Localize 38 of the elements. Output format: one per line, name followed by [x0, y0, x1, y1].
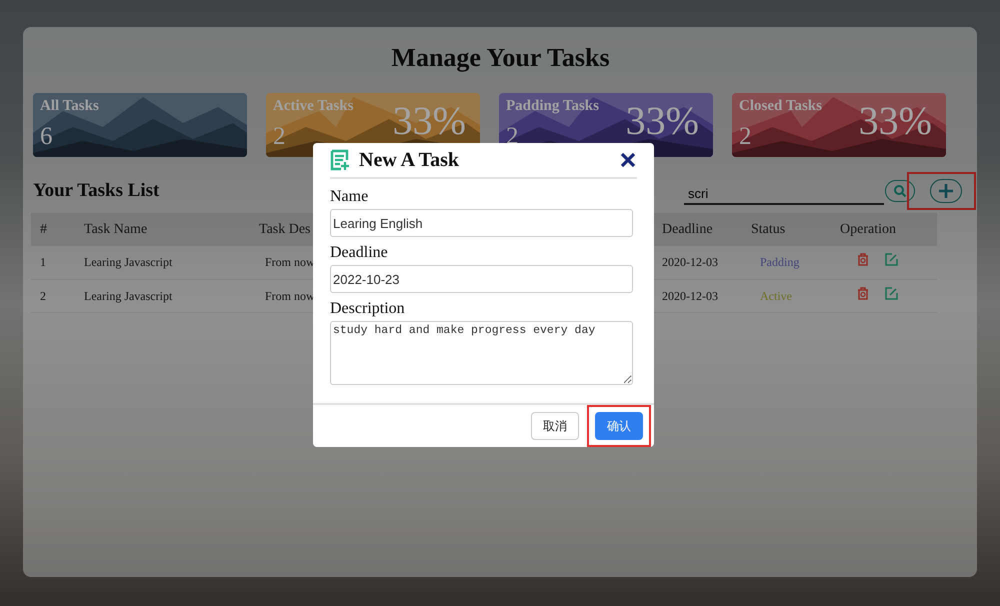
field-label: Deadline	[330, 243, 389, 263]
trash-icon[interactable]	[857, 253, 869, 266]
table-cell: Learing Javascript	[75, 246, 253, 279]
plus-icon	[938, 183, 954, 199]
search-field[interactable]: scri	[684, 183, 884, 205]
stat-percent: 33%	[858, 99, 932, 143]
table-cell: 2	[31, 279, 75, 312]
table-cell: 1	[31, 246, 75, 279]
close-icon	[619, 151, 637, 169]
stat-label: Padding Tasks	[506, 98, 599, 115]
stat-count: 2	[739, 123, 752, 151]
cancel-button[interactable]: 取消	[531, 412, 579, 440]
stat-label: Active Tasks	[273, 98, 354, 115]
stat-percent: 33%	[392, 99, 466, 143]
stat-percent: 33%	[626, 99, 699, 143]
table-cell: Learing Javascript	[75, 279, 253, 312]
close-button[interactable]	[619, 151, 637, 169]
status-text: Active	[742, 279, 831, 312]
stat-label: Closed Tasks	[739, 98, 822, 115]
dialog-title: New A Task	[359, 148, 460, 172]
status-text: Padding	[742, 246, 831, 279]
page-title: Manage Your Tasks	[390, 42, 611, 74]
input-field[interactable]: Learing English	[330, 209, 633, 237]
edit-icon[interactable]	[885, 286, 898, 300]
input-field[interactable]: 2022-10-23	[330, 265, 633, 293]
trash-icon[interactable]	[857, 286, 869, 300]
list-title: Your Tasks List	[33, 178, 160, 203]
stat-count: 6	[40, 123, 52, 151]
search-button[interactable]	[885, 180, 915, 202]
field-label: Name	[330, 187, 370, 207]
stat-count: 2	[273, 123, 286, 151]
note-add-icon	[330, 149, 350, 171]
confirm-button[interactable]: 确认	[595, 412, 643, 440]
stat-label: All Tasks	[40, 98, 99, 115]
edit-icon[interactable]	[885, 253, 898, 266]
add-button[interactable]	[930, 179, 962, 203]
description-field[interactable]: study hard and make progress every day	[330, 321, 633, 385]
search-icon	[893, 184, 907, 198]
